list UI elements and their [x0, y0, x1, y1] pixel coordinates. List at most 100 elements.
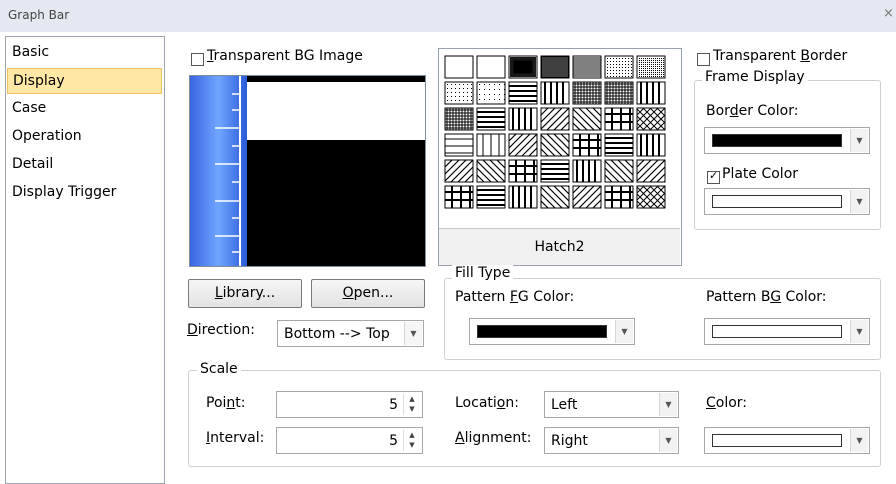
hatch-swatch[interactable] [476, 133, 506, 157]
interval-label: Interval: [206, 430, 265, 446]
hatch-swatch[interactable] [572, 107, 602, 131]
hatch-swatch[interactable] [508, 81, 538, 105]
hatch-swatch[interactable] [540, 133, 570, 157]
hatch-swatch[interactable] [444, 185, 474, 209]
plate-color-swatch [712, 195, 842, 208]
hatch-swatch[interactable] [476, 159, 506, 183]
hatch-swatch[interactable] [476, 81, 506, 105]
hatch-swatch[interactable] [508, 185, 538, 209]
location-value: Left [551, 397, 578, 413]
hatch-swatch[interactable] [508, 133, 538, 157]
spin-updown-icon[interactable]: ▲ ▼ [403, 430, 420, 451]
library-button[interactable]: Library... [188, 279, 302, 308]
hatch-swatch[interactable] [476, 107, 506, 131]
bar-preview [189, 75, 426, 267]
hatch-swatch[interactable] [540, 185, 570, 209]
spin-updown-icon[interactable]: ▲ ▼ [403, 394, 420, 415]
hatch-swatch[interactable] [572, 133, 602, 157]
direction-value: Bottom --> Top [284, 326, 390, 342]
chevron-down-icon[interactable]: ▼ [615, 320, 633, 343]
chevron-down-icon[interactable]: ▼ [850, 129, 868, 152]
hatch-swatch[interactable] [572, 159, 602, 183]
scale-background [190, 76, 247, 266]
border-color-swatch [712, 134, 842, 147]
hatch-swatch[interactable] [604, 185, 634, 209]
hatch-swatch[interactable] [540, 107, 570, 131]
open-button[interactable]: Open... [311, 279, 425, 308]
chevron-down-icon[interactable]: ▼ [404, 322, 422, 345]
hatch-swatch[interactable] [604, 133, 634, 157]
chevron-down-icon[interactable]: ▼ [659, 393, 677, 416]
location-select[interactable]: Left ▼ [544, 391, 679, 418]
hatch-swatch[interactable] [508, 107, 538, 131]
direction-select[interactable]: Bottom --> Top ▼ [277, 320, 424, 347]
pattern-fg-color-picker[interactable]: ▼ [469, 318, 635, 345]
fill-type-title: Fill Type [452, 265, 514, 281]
transparent-bg-image-checkbox[interactable] [191, 53, 204, 66]
category-nav: Basic Display Case Operation Detail Disp… [5, 36, 165, 484]
transparent-border-checkbox[interactable] [697, 53, 710, 66]
frame-display-title: Frame Display [702, 69, 808, 85]
nav-item-detail[interactable]: Detail [7, 152, 162, 176]
nav-item-display[interactable]: Display [7, 68, 162, 94]
bar-preview-graphic [190, 76, 425, 266]
hatch-swatch[interactable] [508, 159, 538, 183]
hatch-swatch[interactable] [604, 81, 634, 105]
border-color-picker[interactable]: ▼ [704, 127, 870, 154]
hatch-swatch[interactable] [572, 185, 602, 209]
interval-value: 5 [389, 433, 398, 449]
hatch-swatch[interactable] [508, 55, 538, 79]
hatch-swatch[interactable] [572, 55, 602, 79]
nav-item-display-trigger[interactable]: Display Trigger [7, 180, 162, 204]
chevron-down-icon[interactable]: ▼ [850, 320, 868, 343]
pattern-bg-color-picker[interactable]: ▼ [704, 318, 870, 345]
transparent-border-label: Transparent Border [713, 48, 848, 64]
hatch-swatch[interactable] [444, 107, 474, 131]
hatch-swatch[interactable] [636, 81, 666, 105]
nav-item-basic[interactable]: Basic [7, 40, 162, 64]
hatch-pattern-swatches[interactable] [439, 49, 681, 229]
hatch-name-label: Hatch2 [439, 228, 680, 265]
pattern-bg-color-label: Pattern BG Color: [706, 289, 827, 305]
hatch-swatch[interactable] [444, 81, 474, 105]
plate-color-picker[interactable]: ▼ [704, 188, 870, 215]
hatch-swatch[interactable] [636, 159, 666, 183]
point-value: 5 [389, 397, 398, 413]
hatch-swatch[interactable] [604, 159, 634, 183]
hatch-swatch[interactable] [636, 185, 666, 209]
interval-spinner[interactable]: 5 ▲ ▼ [276, 427, 423, 454]
alignment-value: Right [551, 433, 588, 449]
chevron-down-icon[interactable]: ▼ [659, 429, 677, 452]
hatch-swatch[interactable] [636, 55, 666, 79]
chevron-down-icon[interactable]: ▼ [850, 190, 868, 213]
hatch-swatch[interactable] [476, 185, 506, 209]
scale-color-picker[interactable]: ▼ [704, 427, 870, 454]
hatch-swatch[interactable] [636, 107, 666, 131]
hatch-swatch[interactable] [540, 159, 570, 183]
hatch-swatch[interactable] [444, 159, 474, 183]
plate-color-checkbox[interactable] [707, 169, 720, 184]
nav-item-case[interactable]: Case [7, 96, 162, 120]
hatch-swatch[interactable] [444, 133, 474, 157]
hatch-swatch[interactable] [540, 55, 570, 79]
hatch-swatch[interactable] [476, 55, 506, 79]
location-label: Location: [455, 395, 519, 411]
hatch-swatch[interactable] [444, 55, 474, 79]
close-icon[interactable]: × [883, 6, 894, 21]
border-color-label: Border Color: [706, 103, 799, 119]
alignment-label: Alignment: [455, 430, 532, 446]
hatch-swatch[interactable] [604, 55, 634, 79]
nav-item-operation[interactable]: Operation [7, 124, 162, 148]
hatch-swatch[interactable] [572, 81, 602, 105]
chevron-down-icon[interactable]: ▼ [850, 429, 868, 452]
alignment-select[interactable]: Right ▼ [544, 427, 679, 454]
hatch-swatch[interactable] [604, 107, 634, 131]
pattern-bg-swatch [712, 325, 842, 338]
pattern-fg-color-label: Pattern FG Color: [455, 289, 575, 305]
point-spinner[interactable]: 5 ▲ ▼ [276, 391, 423, 418]
plate-color-label: Plate Color [722, 166, 799, 182]
point-label: Point: [206, 395, 246, 411]
window-title: Graph Bar [8, 8, 70, 22]
hatch-swatch[interactable] [636, 133, 666, 157]
hatch-swatch[interactable] [540, 81, 570, 105]
